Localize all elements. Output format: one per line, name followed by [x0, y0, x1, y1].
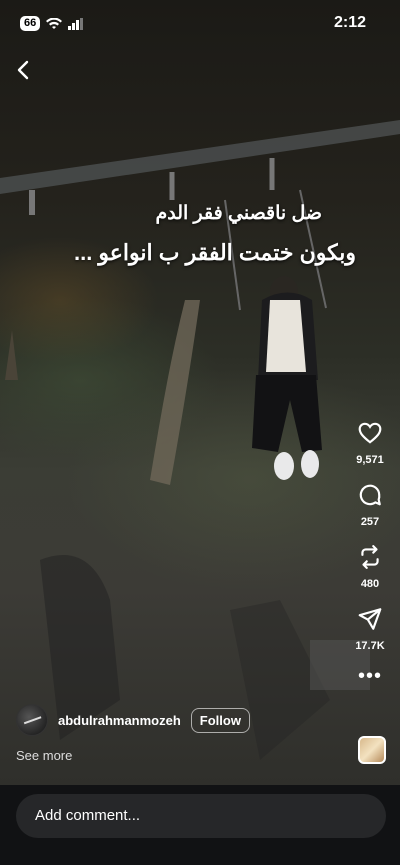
status-left: 66 — [20, 16, 84, 31]
like-button[interactable]: 9,571 — [356, 420, 384, 466]
wifi-icon — [46, 17, 63, 29]
audio-thumbnail[interactable] — [358, 736, 386, 764]
chevron-left-icon — [17, 60, 29, 80]
user-row: abdulrahmanmozeh Follow — [16, 704, 250, 736]
send-icon — [358, 608, 382, 630]
share-count: 17.7K — [355, 640, 385, 652]
caption-line-1: ضل ناقصني فقر الدم — [155, 203, 322, 224]
username[interactable]: abdulrahmanmozeh — [58, 713, 181, 728]
follow-button[interactable]: Follow — [190, 707, 250, 733]
more-icon: ••• — [357, 665, 382, 687]
caption-line-2: وبكون ختمت الفقر ب انواعو ... — [73, 240, 356, 265]
repost-icon — [361, 545, 379, 569]
comment-icon — [359, 484, 381, 506]
battery-badge: 66 — [20, 16, 41, 31]
like-count: 9,571 — [356, 454, 384, 466]
back-button[interactable] — [12, 58, 36, 82]
status-bar: 66 2:12 — [0, 0, 400, 46]
signal-icon — [68, 17, 84, 30]
video-frame — [0, 120, 400, 760]
see-more-link[interactable]: See more — [16, 748, 72, 763]
more-button[interactable]: ••• — [357, 665, 382, 687]
comment-button[interactable]: 257 — [357, 482, 383, 528]
action-rail: 9,571 257 480 17.7K ••• — [348, 420, 392, 698]
video-player[interactable] — [0, 0, 400, 785]
comment-bar: Add comment... — [0, 785, 400, 865]
comment-input[interactable]: Add comment... — [16, 794, 386, 838]
heart-icon — [358, 422, 382, 444]
repost-button[interactable]: 480 — [357, 544, 383, 590]
status-time: 2:12 — [333, 14, 366, 31]
comment-count: 257 — [360, 516, 380, 528]
share-button[interactable]: 17.7K — [355, 606, 385, 652]
avatar[interactable] — [16, 704, 48, 736]
repost-count: 480 — [360, 578, 380, 590]
